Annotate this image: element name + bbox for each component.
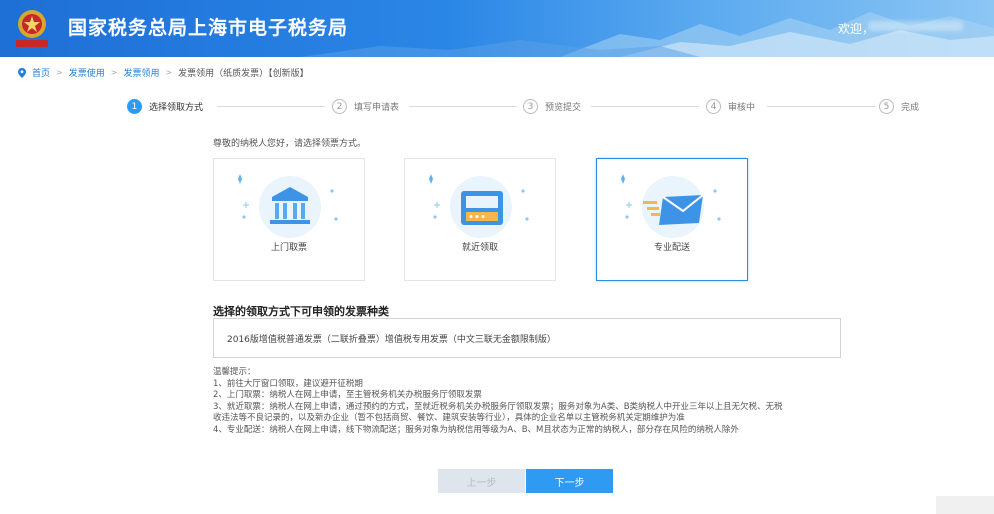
step-number: 2 (332, 99, 347, 114)
step-number: 3 (523, 99, 538, 114)
option-label: 上门取票 (270, 243, 307, 253)
corner-widget (936, 496, 994, 514)
breadcrumb-separator-icon: > (56, 68, 63, 77)
option-card-professional-delivery[interactable]: 专业配送 (596, 158, 748, 281)
step-select-method: 1 选择领取方式 (127, 99, 203, 114)
site-title: 国家税务总局上海市电子税务局 (68, 17, 349, 39)
option-card-nearby-pickup[interactable]: 就近领取 (404, 158, 556, 281)
tip-line: 4、专业配送：纳税人在网上申请，线下物流配送；服务对象为纳税信用等级为A、B、M… (213, 424, 739, 435)
step-connector (217, 106, 325, 107)
option-card-door-pickup[interactable]: 上门取票 (213, 158, 365, 281)
breadcrumb-separator-icon: > (110, 68, 118, 77)
step-label: 填写申请表 (354, 103, 400, 113)
tax-bureau-emblem-icon (16, 10, 48, 47)
step-number: 5 (879, 99, 894, 114)
invoice-types-text: 2016版增值税普通发票（二联折叠票）增值税专用发票（中文三联无金额限制版） (227, 335, 556, 345)
next-step-button[interactable]: 下一步 (526, 469, 613, 493)
breadcrumb-home-link[interactable]: 首页 (32, 66, 50, 79)
step-label: 选择领取方式 (149, 103, 204, 113)
tip-line: 3、就近取票：纳税人在网上申请，通过预约的方式，至就近税务机关办税服务厅领取发票… (213, 401, 783, 412)
user-name-blurred (868, 21, 963, 31)
option-label: 就近领取 (461, 243, 498, 253)
breadcrumb: 首页 > 发票使用 > 发票领用 > 发票领用（纸质发票）【创新版】 (18, 66, 309, 79)
step-number: 4 (706, 99, 721, 114)
app-header: 国家税务总局上海市电子税务局 欢迎， (0, 0, 994, 57)
location-pin-icon (18, 67, 26, 78)
step-label: 审核中 (728, 103, 756, 113)
step-fill-form: 2 填写申请表 (332, 99, 399, 114)
tips-section: 温馨提示： 1、前往大厅窗口领取，建议避开征税期 2、上门取票：纳税人在网上申请… (213, 367, 783, 436)
option-label: 专业配送 (653, 243, 690, 253)
step-label: 预览提交 (545, 103, 582, 113)
ticket-machine-icon (429, 174, 529, 238)
tip-line: 2、上门取票：纳税人在网上申请，至主管税务机关办税服务厅领取发票 (213, 390, 482, 400)
step-complete: 5 完成 (879, 99, 919, 114)
breadcrumb-current: 发票领用（纸质发票）【创新版】 (178, 69, 309, 79)
invoice-types-title: 选择的领取方式下可申领的发票种类 (213, 305, 389, 318)
invoice-types-box: 2016版增值税普通发票（二联折叠票）增值税专用发票（中文三联无金额限制版） (213, 318, 841, 358)
envelope-delivery-icon (621, 174, 721, 238)
bank-building-icon (238, 174, 338, 238)
breadcrumb-invoice-use-link[interactable]: 发票使用 (69, 66, 105, 79)
breadcrumb-invoice-claim-link[interactable]: 发票领用 (123, 66, 159, 79)
step-preview-submit: 3 预览提交 (523, 99, 581, 114)
intro-text: 尊敬的纳税人您好，请选择领票方式。 (213, 139, 367, 149)
progress-steps: 1 选择领取方式 2 填写申请表 3 预览提交 4 审核中 5 完成 (127, 99, 921, 119)
step-connector (767, 106, 875, 107)
step-connector (409, 106, 517, 107)
tip-line: 收违法等不良记录的，以及新办企业（暂不包括商贸、餐饮、建筑安装等行业），具体的企… (213, 413, 685, 423)
breadcrumb-separator-icon: > (165, 68, 173, 77)
tips-heading: 温馨提示： (213, 367, 256, 377)
step-number: 1 (127, 99, 142, 114)
step-connector (591, 106, 699, 107)
step-under-review: 4 审核中 (706, 99, 755, 114)
tip-line: 1、前往大厅窗口领取，建议避开征税期 (213, 378, 363, 389)
prev-step-button[interactable]: 上一步 (438, 469, 525, 493)
step-label: 完成 (901, 103, 920, 113)
